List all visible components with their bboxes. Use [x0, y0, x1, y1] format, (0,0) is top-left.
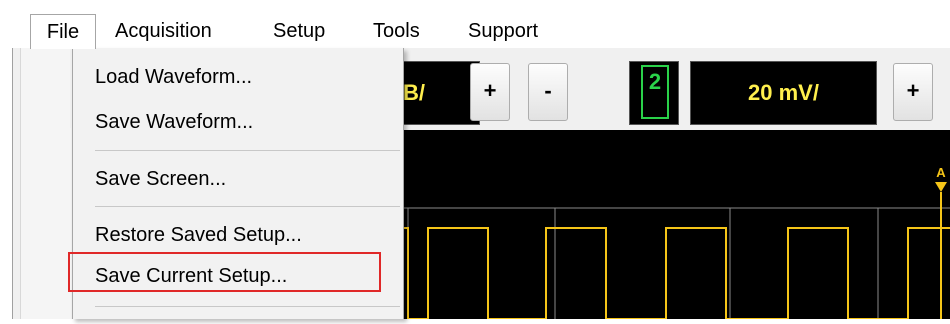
left-panel: [20, 48, 71, 319]
scale-increase-button[interactable]: +: [893, 63, 933, 121]
highlight-annotation: [68, 252, 381, 292]
menu-separator: [95, 306, 400, 307]
timebase-increase-button[interactable]: +: [470, 63, 510, 121]
yellow-trace: [400, 227, 950, 320]
menu-setup[interactable]: Setup: [273, 14, 325, 48]
timebase-value: B/: [403, 80, 425, 105]
waveform-graph: A: [400, 165, 950, 320]
menu-acquisition[interactable]: Acquisition: [115, 14, 212, 48]
trigger-marker: A: [935, 165, 947, 319]
trigger-label: A: [936, 165, 946, 180]
timebase-decrease-button[interactable]: -: [528, 63, 568, 121]
vertical-scale-value: 20 mV/: [748, 80, 819, 105]
menu-item-load-waveform[interactable]: Load Waveform...: [95, 66, 252, 89]
menu-separator: [95, 206, 400, 207]
menu-item-save-screen[interactable]: Save Screen...: [95, 168, 226, 191]
menu-item-save-waveform[interactable]: Save Waveform...: [95, 111, 253, 134]
vertical-scale-display: 20 mV/: [690, 61, 877, 125]
menu-item-restore-saved-setup[interactable]: Restore Saved Setup...: [95, 224, 302, 247]
trace-line: [400, 227, 950, 320]
menu-tools[interactable]: Tools: [373, 14, 420, 48]
waveform-display[interactable]: A: [400, 130, 950, 320]
menu-support[interactable]: Support: [468, 14, 538, 48]
grid-lines: [400, 207, 950, 319]
channel-number: 2: [641, 65, 669, 119]
trigger-arrow: [935, 182, 947, 192]
menu-file[interactable]: File: [30, 14, 96, 49]
menu-separator: [95, 150, 400, 151]
